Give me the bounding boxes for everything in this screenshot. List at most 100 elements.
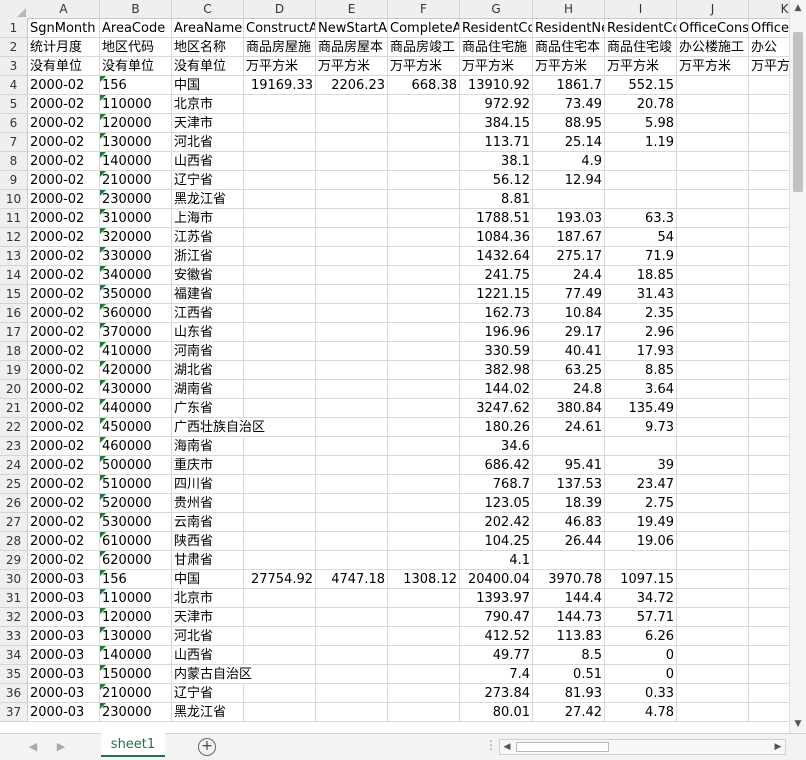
- cell-k36[interactable]: [749, 684, 789, 703]
- cell-c9[interactable]: 辽宁省: [172, 171, 244, 190]
- cell-e12[interactable]: [316, 228, 388, 247]
- cell-g34[interactable]: 49.77: [460, 646, 533, 665]
- cell-e32[interactable]: [316, 608, 388, 627]
- cell-e33[interactable]: [316, 627, 388, 646]
- cell-i23[interactable]: [605, 437, 677, 456]
- cell-j10[interactable]: [677, 190, 749, 209]
- cell-j13[interactable]: [677, 247, 749, 266]
- cell-f26[interactable]: [388, 494, 460, 513]
- cell-e9[interactable]: [316, 171, 388, 190]
- cell-d1[interactable]: ConstructA: [244, 19, 316, 38]
- cell-h13[interactable]: 275.17: [533, 247, 605, 266]
- row-header[interactable]: 3: [0, 57, 28, 76]
- cell-g4[interactable]: 13910.92: [460, 76, 533, 95]
- cell-h30[interactable]: 3970.78: [533, 570, 605, 589]
- cell-k22[interactable]: [749, 418, 789, 437]
- row-header[interactable]: 34: [0, 646, 28, 665]
- cell-j21[interactable]: [677, 399, 749, 418]
- cell-b22[interactable]: 450000: [100, 418, 172, 437]
- cell-i4[interactable]: 552.15: [605, 76, 677, 95]
- cell-j33[interactable]: [677, 627, 749, 646]
- cell-d3[interactable]: 万平方米: [244, 57, 316, 76]
- cell-a30[interactable]: 2000-03: [28, 570, 100, 589]
- cell-c27[interactable]: 云南省: [172, 513, 244, 532]
- column-header-i[interactable]: I: [605, 0, 677, 19]
- cell-i22[interactable]: 9.73: [605, 418, 677, 437]
- cell-k35[interactable]: [749, 665, 789, 684]
- cell-e28[interactable]: [316, 532, 388, 551]
- cell-i5[interactable]: 20.78: [605, 95, 677, 114]
- cell-h36[interactable]: 81.93: [533, 684, 605, 703]
- cell-a16[interactable]: 2000-02: [28, 304, 100, 323]
- cell-c16[interactable]: 江西省: [172, 304, 244, 323]
- cell-a26[interactable]: 2000-02: [28, 494, 100, 513]
- cell-c33[interactable]: 河北省: [172, 627, 244, 646]
- cell-b25[interactable]: 510000: [100, 475, 172, 494]
- cell-f6[interactable]: [388, 114, 460, 133]
- row-header[interactable]: 19: [0, 361, 28, 380]
- cell-f36[interactable]: [388, 684, 460, 703]
- cell-b15[interactable]: 350000: [100, 285, 172, 304]
- cell-j30[interactable]: [677, 570, 749, 589]
- cell-d21[interactable]: [244, 399, 316, 418]
- cell-a20[interactable]: 2000-02: [28, 380, 100, 399]
- cell-i25[interactable]: 23.47: [605, 475, 677, 494]
- cell-d14[interactable]: [244, 266, 316, 285]
- cell-k28[interactable]: [749, 532, 789, 551]
- cell-c3[interactable]: 没有单位: [172, 57, 244, 76]
- cell-i17[interactable]: 2.96: [605, 323, 677, 342]
- row-header[interactable]: 21: [0, 399, 28, 418]
- cell-c5[interactable]: 北京市: [172, 95, 244, 114]
- cell-g24[interactable]: 686.42: [460, 456, 533, 475]
- row-header[interactable]: 31: [0, 589, 28, 608]
- scroll-right-arrow-icon[interactable]: ▶: [771, 740, 785, 754]
- cell-b5[interactable]: 110000: [100, 95, 172, 114]
- cell-g5[interactable]: 972.92: [460, 95, 533, 114]
- row-header[interactable]: 26: [0, 494, 28, 513]
- cell-h8[interactable]: 4.9: [533, 152, 605, 171]
- column-header-e[interactable]: E: [316, 0, 388, 19]
- cell-d16[interactable]: [244, 304, 316, 323]
- scroll-up-arrow-icon[interactable]: ▲: [790, 0, 806, 17]
- cell-k32[interactable]: [749, 608, 789, 627]
- cell-b4[interactable]: 156: [100, 76, 172, 95]
- cell-j5[interactable]: [677, 95, 749, 114]
- cell-a24[interactable]: 2000-02: [28, 456, 100, 475]
- cell-j7[interactable]: [677, 133, 749, 152]
- cell-h12[interactable]: 187.67: [533, 228, 605, 247]
- row-header[interactable]: 12: [0, 228, 28, 247]
- cell-b36[interactable]: 210000: [100, 684, 172, 703]
- cell-g6[interactable]: 384.15: [460, 114, 533, 133]
- cell-h28[interactable]: 26.44: [533, 532, 605, 551]
- cell-k31[interactable]: [749, 589, 789, 608]
- cell-j22[interactable]: [677, 418, 749, 437]
- cell-a2[interactable]: 统计月度: [28, 38, 100, 57]
- row-header[interactable]: 23: [0, 437, 28, 456]
- cell-k26[interactable]: [749, 494, 789, 513]
- cell-f14[interactable]: [388, 266, 460, 285]
- cell-e23[interactable]: [316, 437, 388, 456]
- row-header[interactable]: 20: [0, 380, 28, 399]
- cell-e34[interactable]: [316, 646, 388, 665]
- cell-f11[interactable]: [388, 209, 460, 228]
- cell-b14[interactable]: 340000: [100, 266, 172, 285]
- cell-d32[interactable]: [244, 608, 316, 627]
- cell-h7[interactable]: 25.14: [533, 133, 605, 152]
- cell-b1[interactable]: AreaCode: [100, 19, 172, 38]
- cell-k15[interactable]: [749, 285, 789, 304]
- cell-e19[interactable]: [316, 361, 388, 380]
- cell-d19[interactable]: [244, 361, 316, 380]
- cell-k10[interactable]: [749, 190, 789, 209]
- cell-j16[interactable]: [677, 304, 749, 323]
- cell-d36[interactable]: [244, 684, 316, 703]
- cell-d4[interactable]: 19169.33: [244, 76, 316, 95]
- cell-d2[interactable]: 商品房屋施: [244, 38, 316, 57]
- cell-i8[interactable]: [605, 152, 677, 171]
- cell-f25[interactable]: [388, 475, 460, 494]
- cell-i30[interactable]: 1097.15: [605, 570, 677, 589]
- cell-d26[interactable]: [244, 494, 316, 513]
- cell-i27[interactable]: 19.49: [605, 513, 677, 532]
- cell-c35[interactable]: 内蒙古自治区: [172, 665, 252, 684]
- cell-h6[interactable]: 88.95: [533, 114, 605, 133]
- cell-d20[interactable]: [244, 380, 316, 399]
